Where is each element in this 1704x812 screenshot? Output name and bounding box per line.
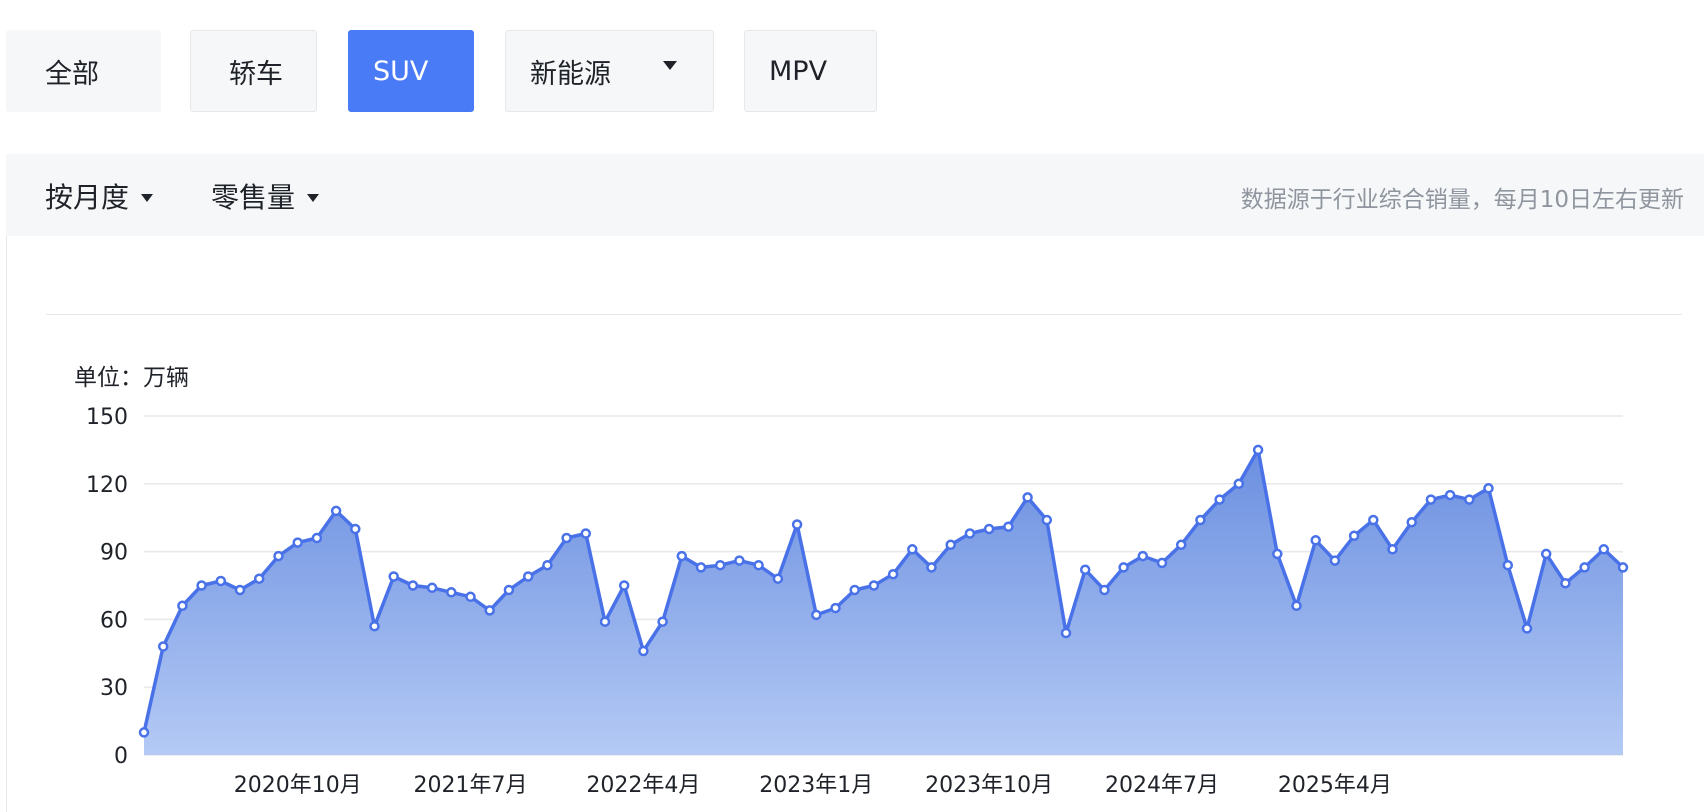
data-point[interactable] [676, 550, 688, 562]
y-tick-label: 120 [86, 473, 128, 498]
data-point[interactable] [599, 616, 611, 627]
x-tick-label: 2021年7月 [414, 773, 528, 798]
data-point[interactable] [234, 584, 246, 596]
data-point[interactable] [388, 571, 399, 582]
data-point[interactable] [138, 727, 150, 738]
y-tick-label: 60 [100, 608, 128, 633]
data-point[interactable] [1099, 584, 1110, 596]
sales-area-chart: 0 30 60 90 120 150 2020年10月 2021年7月 2022年4月 2023… [86, 405, 1629, 798]
data-point[interactable] [1175, 539, 1187, 551]
y-tick-label: 150 [86, 405, 128, 430]
data-point[interactable] [1252, 444, 1264, 456]
data-point[interactable] [1444, 489, 1456, 501]
data-point[interactable] [1368, 514, 1379, 526]
y-tick-label: 30 [100, 676, 128, 701]
data-point[interactable] [791, 519, 803, 530]
data-point[interactable] [1406, 516, 1417, 528]
data-point[interactable] [1272, 548, 1283, 560]
x-tick-label: 2020年10月 [234, 773, 362, 798]
data-point[interactable] [503, 584, 515, 596]
data-point[interactable] [253, 573, 265, 584]
data-point[interactable] [1464, 494, 1475, 505]
data-point[interactable] [618, 580, 630, 591]
data-point[interactable] [561, 532, 572, 544]
data-point[interactable] [887, 568, 899, 580]
data-point[interactable] [292, 537, 303, 548]
data-point[interactable] [1003, 521, 1014, 532]
data-point[interactable] [907, 544, 918, 555]
data-point[interactable] [426, 582, 438, 594]
data-point[interactable] [1579, 562, 1590, 573]
data-point[interactable] [1425, 494, 1437, 505]
data-point[interactable] [983, 523, 995, 535]
data-point[interactable] [1022, 492, 1033, 503]
data-point[interactable] [1060, 627, 1072, 639]
data-point[interactable] [273, 550, 284, 562]
data-point[interactable] [580, 528, 592, 539]
data-point[interactable] [638, 645, 649, 657]
data-point[interactable] [1598, 544, 1610, 555]
data-point[interactable] [868, 580, 880, 591]
data-point[interactable] [1348, 530, 1360, 542]
data-point[interactable] [157, 641, 169, 652]
data-point[interactable] [311, 532, 323, 544]
data-point[interactable] [330, 505, 342, 517]
data-point[interactable] [1291, 600, 1302, 612]
data-point[interactable] [1483, 483, 1494, 494]
area-series [142, 448, 1625, 755]
data-point[interactable] [1156, 557, 1168, 569]
y-tick-label: 0 [114, 744, 128, 769]
data-point[interactable] [734, 555, 745, 566]
data-point[interactable] [1195, 514, 1206, 526]
data-point[interactable] [1560, 577, 1571, 589]
data-point[interactable] [811, 609, 822, 621]
x-tick-label: 2023年10月 [925, 773, 1053, 798]
data-point[interactable] [1387, 544, 1398, 555]
x-tick-label: 2022年4月 [586, 773, 700, 798]
data-point[interactable] [215, 575, 227, 587]
data-point[interactable] [542, 559, 553, 571]
data-point[interactable] [830, 602, 841, 614]
x-axis: 2020年10月 2021年7月 2022年4月 2023年1月 2023年10月 202… [234, 773, 1392, 798]
data-point[interactable] [1502, 559, 1514, 571]
area-fill [144, 449, 1623, 755]
data-point[interactable] [1137, 550, 1149, 562]
data-point[interactable] [350, 523, 361, 535]
data-point[interactable] [1310, 535, 1321, 546]
data-point[interactable] [446, 587, 457, 598]
data-point[interactable] [484, 605, 495, 616]
data-point[interactable] [753, 559, 764, 571]
data-point[interactable] [1540, 548, 1552, 560]
data-point[interactable] [369, 620, 380, 632]
data-point[interactable] [1079, 564, 1091, 575]
data-point[interactable] [945, 539, 956, 551]
data-point[interactable] [1118, 562, 1129, 573]
data-point[interactable] [1617, 562, 1629, 573]
data-point[interactable] [465, 591, 476, 603]
y-axis: 0 30 60 90 120 150 [86, 405, 128, 769]
y-tick-label: 90 [100, 541, 128, 566]
x-tick-label: 2025年4月 [1278, 773, 1392, 798]
data-point[interactable] [772, 573, 784, 584]
data-point[interactable] [714, 559, 726, 571]
data-point[interactable] [1041, 514, 1053, 526]
data-point[interactable] [1233, 478, 1245, 490]
data-point[interactable] [177, 600, 188, 612]
data-point[interactable] [657, 616, 668, 627]
data-point[interactable] [1521, 623, 1533, 634]
data-point[interactable] [695, 562, 707, 573]
data-point[interactable] [407, 580, 419, 591]
data-point[interactable] [522, 571, 534, 582]
data-point[interactable] [926, 562, 937, 573]
data-point[interactable] [1214, 494, 1225, 505]
data-point[interactable] [849, 584, 860, 596]
x-tick-label: 2024年7月 [1105, 773, 1219, 798]
data-point[interactable] [1329, 555, 1341, 566]
data-point[interactable] [196, 580, 207, 591]
data-point[interactable] [964, 528, 976, 539]
x-tick-label: 2023年1月 [759, 773, 873, 798]
